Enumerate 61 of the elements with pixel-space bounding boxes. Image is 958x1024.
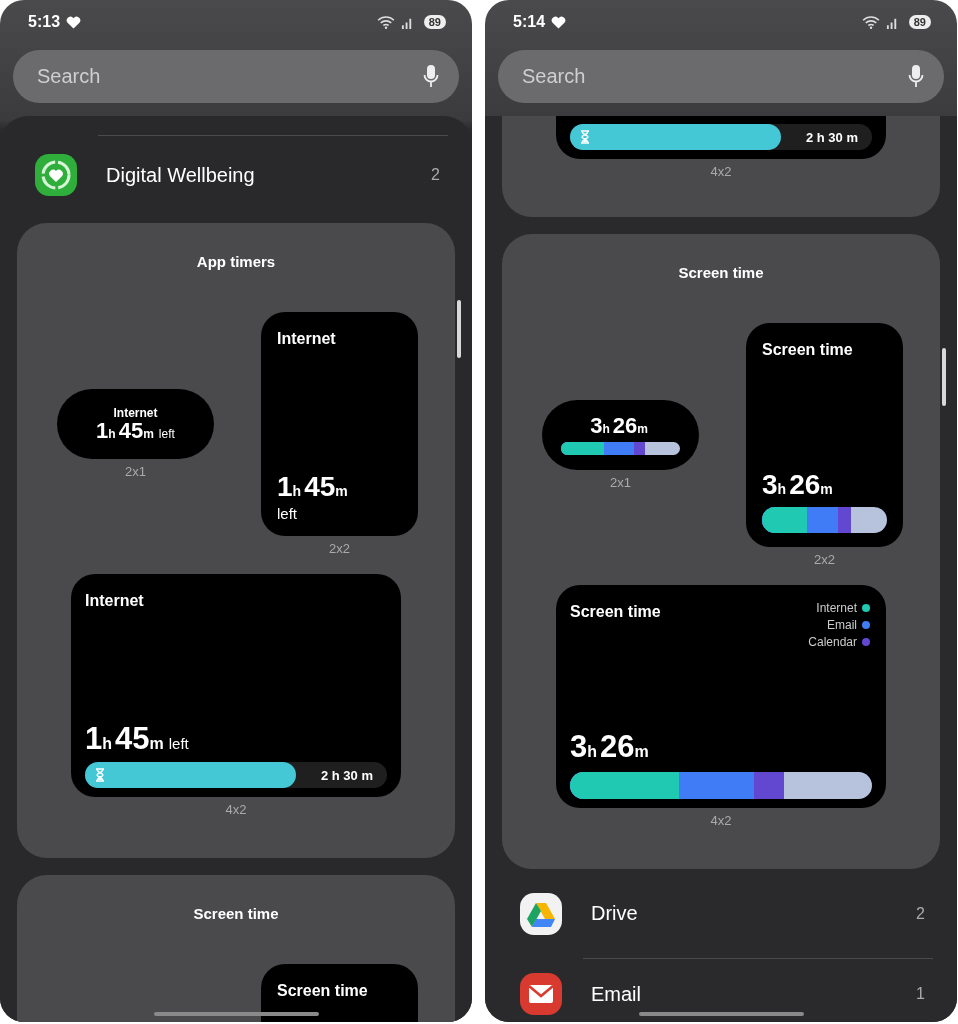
- widget-size-label: 4x2: [710, 813, 732, 829]
- scroll-thumb[interactable]: [457, 300, 461, 358]
- timer-limit: 2 h 30 m: [320, 767, 373, 783]
- time-suffix: left: [277, 505, 298, 522]
- time-reading: 1h 45m left: [96, 420, 175, 442]
- microphone-icon[interactable]: [908, 64, 924, 88]
- widget-preview[interactable]: Internet 1h 45m left: [261, 312, 418, 536]
- wifi-icon: [376, 15, 395, 29]
- group-title: Screen time: [193, 905, 279, 923]
- widget-size-label: 2x2: [814, 552, 835, 568]
- search-field[interactable]: Search: [498, 50, 944, 103]
- widget-preview[interactable]: Screen time 3h 26m: [746, 323, 903, 547]
- time-reading: 3h 26m: [762, 471, 834, 499]
- widget-title: Internet: [113, 406, 158, 420]
- widget-size-label: 4x2: [225, 802, 247, 818]
- widget-count: 1: [916, 985, 925, 1003]
- widget-size-label: 4x2: [710, 164, 732, 180]
- legend-label: Internet: [816, 601, 857, 615]
- widget-count: 2: [431, 166, 440, 184]
- widget-size-label: 2x1: [125, 464, 146, 480]
- app-icon[interactable]: [519, 891, 563, 936]
- heart-icon: [551, 15, 567, 29]
- app-name[interactable]: Drive: [591, 902, 917, 925]
- widget-preview[interactable]: Internet 1h 45m left 2 h 30 m: [71, 574, 401, 797]
- widget-preview[interactable]: 3h 26m: [542, 400, 699, 470]
- widget-title: Screen time: [570, 603, 661, 621]
- widget-preview[interactable]: Screen time Internet Email Calendar 3h 26m: [556, 585, 886, 808]
- legend-label: Email: [827, 618, 857, 632]
- app-icon[interactable]: [34, 153, 78, 197]
- status-time: 5:13: [28, 13, 61, 31]
- widget-title: Screen time: [762, 341, 853, 359]
- time-reading: 3h 26m: [570, 731, 650, 762]
- widget-count: 2: [916, 904, 925, 923]
- app-name[interactable]: Digital Wellbeing: [106, 163, 432, 187]
- widget-preview[interactable]: Screen time: [261, 964, 418, 1022]
- time-reading: 1h 45m: [277, 473, 349, 501]
- time-reading: 3h 26m: [590, 415, 649, 437]
- widget-size-label: 2x2: [329, 541, 350, 557]
- hourglass-icon: [580, 130, 590, 144]
- group-title: Screen time: [678, 264, 764, 282]
- battery-level: 89: [423, 15, 446, 29]
- battery-level: 89: [908, 15, 931, 29]
- scroll-thumb[interactable]: [942, 348, 946, 406]
- hourglass-icon: [95, 768, 105, 782]
- widget-title: Internet: [277, 330, 336, 348]
- group-title: App timers: [196, 253, 276, 271]
- widget-preview[interactable]: 2 h 30 m: [556, 116, 886, 159]
- widget-title: Internet: [85, 592, 144, 610]
- legend-label: Calendar: [808, 635, 857, 649]
- app-icon[interactable]: [519, 972, 563, 1016]
- time-reading: 1h 45m left: [85, 723, 190, 754]
- app-name[interactable]: Email: [591, 982, 917, 1006]
- wifi-icon: [861, 15, 880, 29]
- widget-size-label: 2x1: [610, 475, 631, 491]
- timer-limit: 2 h 30 m: [805, 129, 858, 145]
- microphone-icon[interactable]: [423, 64, 439, 88]
- heart-icon: [66, 15, 82, 29]
- widget-preview[interactable]: Internet 1h 45m left: [57, 389, 214, 459]
- widget-title: Screen time: [277, 982, 368, 1000]
- status-time: 5:14: [513, 13, 546, 31]
- search-field[interactable]: Search: [13, 50, 459, 103]
